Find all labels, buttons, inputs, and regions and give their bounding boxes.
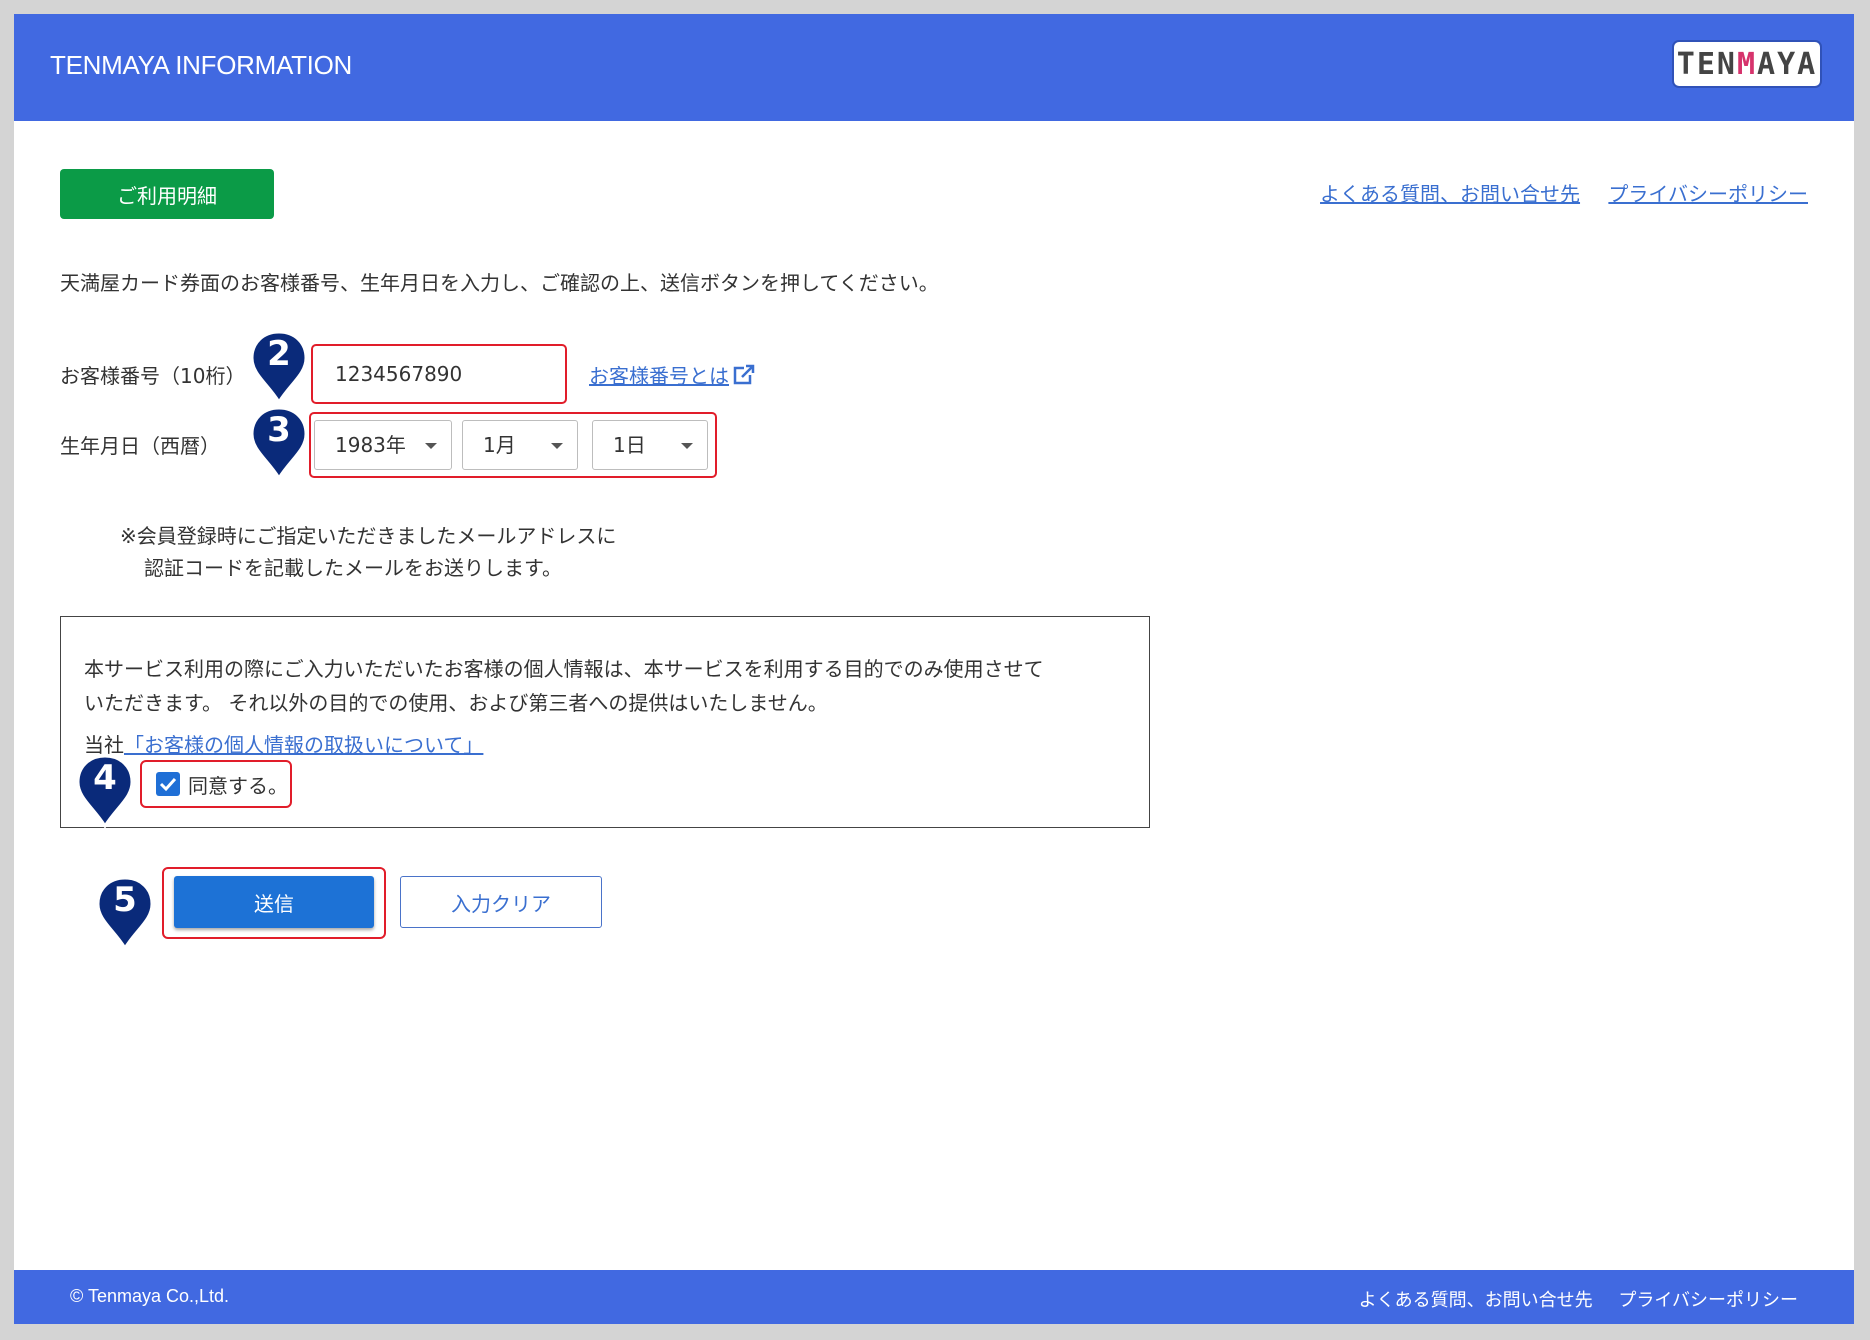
customer-number-input[interactable] — [311, 344, 567, 404]
step-marker-4: 4 — [76, 754, 134, 828]
personal-info-policy-link[interactable]: 「お客様の個人情報の取扱いについて」 — [124, 733, 483, 757]
company-policy-row: 当社「お客様の個人情報の取扱いについて」 — [84, 729, 483, 758]
dob-day-value: 1日 — [613, 433, 646, 457]
header-bar: TENMAYA INFORMATION TEN M AYA — [14, 14, 1854, 121]
dob-day-select[interactable]: 1日 — [592, 420, 708, 470]
agree-label[interactable]: 同意する。 — [188, 770, 288, 799]
external-link-icon — [733, 364, 755, 391]
privacy-text-line1: 本サービス利用の際にご入力いただいたお客様の個人情報は、本サービスを利用する目的… — [84, 657, 1044, 681]
privacy-text: 本サービス利用の際にご入力いただいたお客様の個人情報は、本サービスを利用する目的… — [84, 652, 1044, 720]
top-links: よくある質問、お問い合せ先 プライバシーポリシー — [1298, 178, 1808, 207]
customer-number-label: お客様番号（10桁） — [60, 364, 246, 388]
tenmaya-logo[interactable]: TEN M AYA — [1674, 42, 1820, 86]
step-marker-2: 2 — [250, 330, 308, 404]
copyright: © Tenmaya Co.,Ltd. — [70, 1286, 230, 1306]
footer-links: よくある質問、お問い合せ先 プライバシーポリシー — [1339, 1286, 1798, 1312]
usage-details-button[interactable]: ご利用明細 — [60, 169, 274, 219]
agree-checkbox[interactable] — [156, 772, 180, 796]
privacy-policy-link[interactable]: プライバシーポリシー — [1608, 182, 1808, 206]
footer-faq-contact-link[interactable]: よくある質問、お問い合せ先 — [1359, 1290, 1593, 1311]
chevron-down-icon — [425, 443, 437, 449]
chevron-down-icon — [681, 443, 693, 449]
chevron-down-icon — [551, 443, 563, 449]
email-note-line2: 認証コードを記載したメールをお送りします。 — [144, 556, 562, 580]
site-title: TENMAYA INFORMATION — [50, 50, 352, 80]
privacy-text-line2: いただきます。 それ以外の目的での使用、および第三者への提供はいたしません。 — [84, 691, 828, 715]
check-icon — [159, 777, 177, 792]
dob-year-select[interactable]: 1983年 — [314, 420, 452, 470]
step-marker-5: 5 — [96, 876, 154, 950]
page-frame: TENMAYA INFORMATION TEN M AYA ご利用明細 よくある質問… — [14, 14, 1854, 1324]
submit-button[interactable]: 送信 — [174, 876, 374, 928]
customer-number-help-link[interactable]: お客様番号とは — [589, 360, 755, 391]
intro-text: 天満屋カード券面のお客様番号、生年月日を入力し、ご確認の上、送信ボタンを押してく… — [60, 271, 939, 295]
customer-number-help-label: お客様番号とは — [589, 364, 729, 388]
footer-bar: © Tenmaya Co.,Ltd. よくある質問、お問い合せ先 プライバシーポ… — [14, 1270, 1854, 1324]
dob-label: 生年月日（西暦） — [60, 434, 220, 458]
dob-year-value: 1983年 — [335, 433, 406, 457]
dob-month-select[interactable]: 1月 — [462, 420, 578, 470]
dob-month-value: 1月 — [483, 433, 516, 457]
email-note: ※会員登録時にご指定いただきましたメールアドレスに 認証コードを記載したメールを… — [120, 520, 616, 584]
faq-contact-link[interactable]: よくある質問、お問い合せ先 — [1320, 182, 1580, 206]
footer-privacy-policy-link[interactable]: プライバシーポリシー — [1618, 1290, 1798, 1311]
email-note-line1: ※会員登録時にご指定いただきましたメールアドレスに — [120, 524, 617, 548]
step-marker-3: 3 — [250, 406, 308, 480]
clear-input-button[interactable]: 入力クリア — [400, 876, 602, 928]
